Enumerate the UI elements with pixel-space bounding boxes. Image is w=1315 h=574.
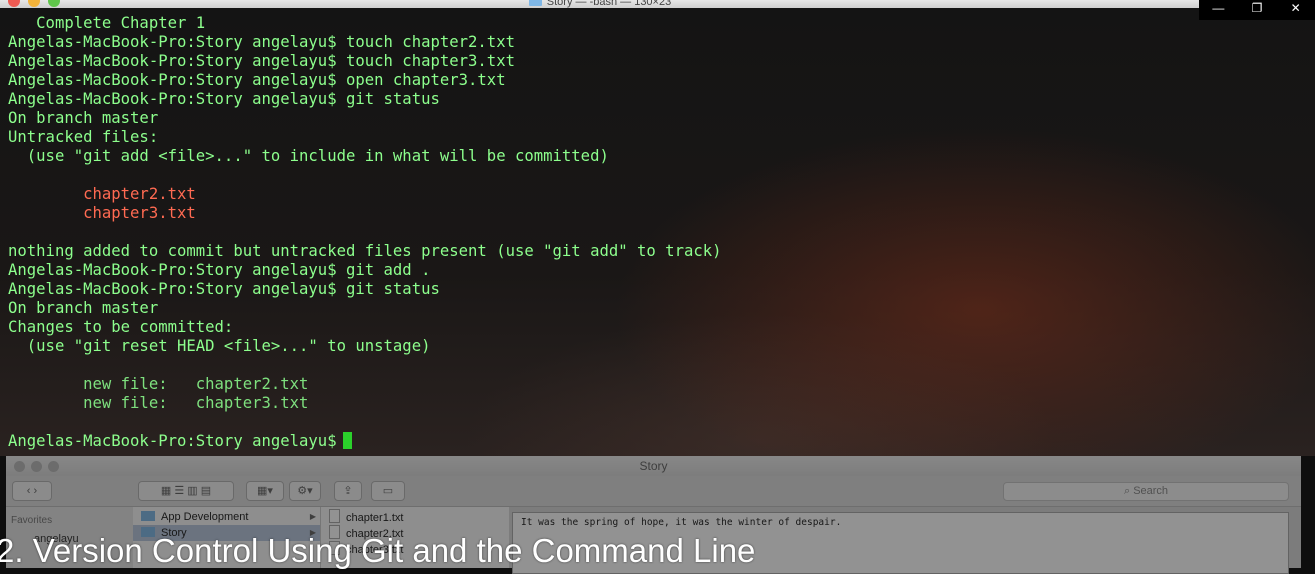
terminal-line: Angelas-MacBook-Pro:Story angelayu$ open…	[8, 71, 506, 89]
file-row[interactable]: chapter1.txt	[321, 509, 403, 525]
terminal-line: On branch master	[8, 299, 159, 317]
chevron-right-icon: ▶	[309, 512, 316, 521]
terminal-line: On branch master	[8, 109, 159, 127]
terminal-line: chapter3.txt	[8, 204, 196, 222]
restore-icon[interactable]: ❐	[1238, 0, 1277, 20]
terminal-line: new file: chapter3.txt	[8, 394, 309, 412]
cursor-icon	[342, 432, 352, 449]
video-caption: 2. Version Control Using Git and the Com…	[0, 532, 756, 569]
document-icon	[329, 509, 340, 523]
terminal-line: Angelas-MacBook-Pro:Story angelayu$ git …	[8, 261, 431, 279]
close-icon[interactable]: ✕	[1276, 0, 1315, 20]
finder-title: Story	[639, 459, 668, 473]
terminal-window[interactable]: Story — -bash — 130×23 — ❐ ✕ Complete Ch…	[0, 0, 1315, 456]
search-placeholder: Search	[1133, 485, 1169, 497]
terminal-line: Angelas-MacBook-Pro:Story angelayu$ git …	[8, 280, 440, 298]
terminal-line: Complete Chapter 1	[8, 14, 206, 32]
terminal-line: nothing added to commit but untracked fi…	[8, 242, 722, 260]
terminal-title-text: Story — -bash — 130×23	[546, 0, 672, 8]
arrange-icon[interactable]: ▦▾	[246, 481, 284, 501]
share-icon[interactable]: ⇪	[334, 481, 362, 501]
gear-icon[interactable]: ⚙▾	[289, 481, 321, 501]
terminal-prompt-line[interactable]: Angelas-MacBook-Pro:Story angelayu$	[8, 432, 722, 451]
terminal-line: Angelas-MacBook-Pro:Story angelayu$ touc…	[8, 52, 515, 70]
terminal-line: Untracked files:	[8, 128, 159, 146]
terminal-line: (use "git reset HEAD <file>..." to unsta…	[8, 337, 431, 355]
prompt-text: Angelas-MacBook-Pro:Story angelayu$	[8, 432, 337, 450]
search-input[interactable]: ⌕ Search	[1003, 482, 1289, 501]
search-icon: ⌕	[1123, 485, 1131, 497]
terminal-line: Angelas-MacBook-Pro:Story angelayu$ git …	[8, 90, 440, 108]
folder-icon	[141, 511, 155, 521]
back-forward-icon[interactable]: ‹ ›	[12, 481, 52, 501]
terminal-line: Angelas-MacBook-Pro:Story angelayu$ touc…	[8, 33, 515, 51]
finder-title-bar[interactable]: Story	[6, 456, 1301, 476]
minimize-icon[interactable]: —	[1199, 0, 1238, 20]
finder-toolbar: ‹ › ▦ ☰ ▥ ▤ ▦▾ ⚙▾ ⇪ ▭ ⌕ Search	[6, 476, 1301, 507]
view-mode-icon[interactable]: ▦ ☰ ▥ ▤	[138, 481, 234, 501]
terminal-title-bar[interactable]: Story — -bash — 130×23	[0, 0, 1200, 8]
terminal-output[interactable]: Complete Chapter 1 Angelas-MacBook-Pro:St…	[8, 14, 722, 451]
terminal-line: Changes to be committed:	[8, 318, 234, 336]
folder-row[interactable]: App Development ▶	[133, 509, 320, 525]
terminal-line: chapter2.txt	[8, 185, 196, 203]
sidebar-heading: Favorites	[11, 515, 53, 526]
preview-text: It was the spring of hope, it was the wi…	[521, 517, 842, 528]
terminal-line: (use "git add <file>..." to include in w…	[8, 147, 609, 165]
folder-icon	[528, 0, 542, 6]
terminal-line: new file: chapter2.txt	[8, 375, 309, 393]
folder-label: App Development	[161, 511, 249, 523]
tag-icon[interactable]: ▭	[371, 481, 405, 501]
terminal-title: Story — -bash — 130×23	[0, 0, 1200, 8]
file-label: chapter1.txt	[346, 512, 404, 524]
window-controls: — ❐ ✕	[1199, 0, 1315, 20]
